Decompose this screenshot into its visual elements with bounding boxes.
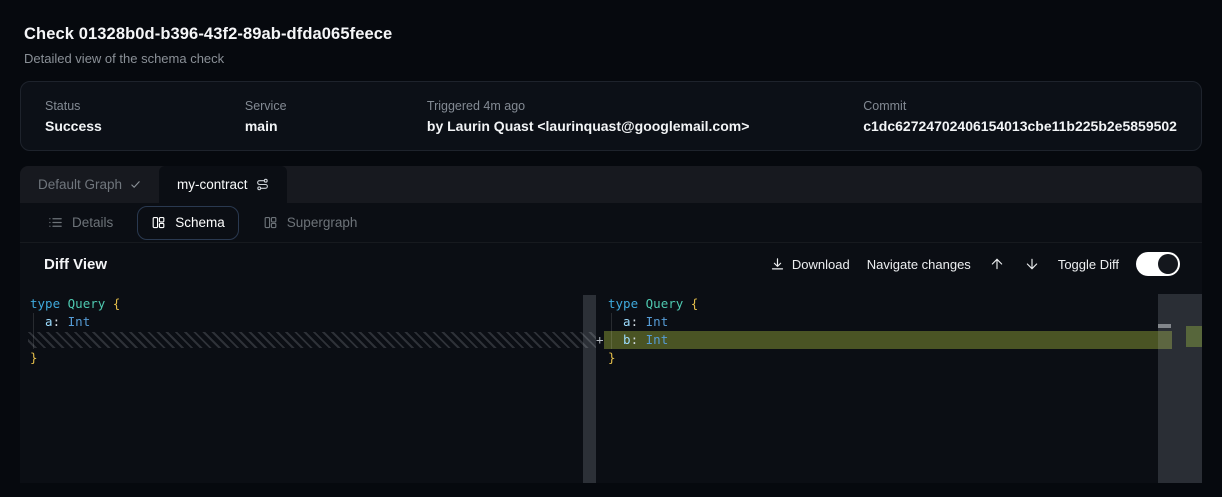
toggle-diff-label: Toggle Diff xyxy=(1058,257,1119,272)
colon-token: : xyxy=(631,314,646,329)
meta-commit-value: c1dc62724702406154013cbe11b225b2e5859502 xyxy=(863,118,1177,134)
meta-triggered-value: by Laurin Quast <laurinquast@googlemail.… xyxy=(427,118,863,134)
meta-commit-label: Commit xyxy=(863,99,1177,113)
tab-supergraph[interactable]: Supergraph xyxy=(249,206,372,240)
brace-token: } xyxy=(608,350,616,365)
page-title: Check 01328b0d-b396-43f2-89ab-dfda065fee… xyxy=(24,25,1198,44)
meta-status-label: Status xyxy=(45,99,245,113)
page-header: Check 01328b0d-b396-43f2-89ab-dfda065fee… xyxy=(0,0,1222,66)
minimap-added-marker xyxy=(1186,326,1202,347)
list-icon xyxy=(48,215,63,230)
view-tab-bar: Details Schema Supergraph xyxy=(20,203,1202,243)
code-line: a: Int xyxy=(608,313,1202,331)
code-line: type Query { xyxy=(30,295,596,313)
tab-details-label: Details xyxy=(72,215,113,230)
meta-triggered-label: Triggered 4m ago xyxy=(427,99,863,113)
meta-status-value: Success xyxy=(45,118,245,134)
navigate-previous-button[interactable] xyxy=(988,256,1006,272)
brace-token: { xyxy=(113,296,121,311)
page-subtitle: Detailed view of the schema check xyxy=(24,51,1198,66)
meta-status: Status Success xyxy=(45,99,245,134)
tab-my-contract[interactable]: my-contract xyxy=(159,166,287,203)
original-code: type Query { a: Int } xyxy=(20,285,596,367)
tab-my-contract-label: my-contract xyxy=(177,177,248,192)
check-meta-card: Status Success Service main Triggered 4m… xyxy=(20,81,1202,151)
diff-view-title: Diff View xyxy=(44,256,107,273)
meta-triggered: Triggered 4m ago by Laurin Quast <laurin… xyxy=(427,99,863,134)
diff-toolbar: Diff View Download Navigate changes xyxy=(20,243,1202,285)
diff-editor: type Query { a: Int } + type Query { a: … xyxy=(20,285,1202,483)
tab-details[interactable]: Details xyxy=(34,206,127,240)
meta-service-label: Service xyxy=(245,99,427,113)
tab-schema-label: Schema xyxy=(175,215,225,230)
toggle-diff-switch[interactable] xyxy=(1136,252,1180,276)
scrollbar-thumb-tick xyxy=(1158,324,1171,328)
download-label: Download xyxy=(792,257,850,272)
colon-token: : xyxy=(53,314,68,329)
code-line: type Query { xyxy=(608,295,1202,313)
download-icon xyxy=(770,257,785,272)
meta-commit: Commit c1dc62724702406154013cbe11b225b2e… xyxy=(863,99,1177,134)
keyword-token: type xyxy=(30,296,68,311)
contract-panel-body: Details Schema Supergraph Diff View xyxy=(20,203,1202,483)
meta-service-value: main xyxy=(245,118,427,134)
type-token: Query xyxy=(68,296,113,311)
arrow-down-icon xyxy=(1024,256,1040,272)
route-icon xyxy=(256,178,269,191)
added-line-marker: + xyxy=(596,331,604,349)
meta-service: Service main xyxy=(245,99,427,134)
toggle-knob xyxy=(1158,254,1178,274)
added-code-line: b: Int xyxy=(608,331,1202,349)
tab-schema[interactable]: Schema xyxy=(137,206,239,240)
navigate-next-button[interactable] xyxy=(1023,256,1041,272)
check-icon xyxy=(130,179,141,190)
colon-token: : xyxy=(631,332,646,347)
brace-token: { xyxy=(691,296,699,311)
download-button[interactable]: Download xyxy=(770,257,850,272)
split-columns-icon xyxy=(151,215,166,230)
scalar-token: Int xyxy=(646,314,669,329)
right-scrollbar[interactable] xyxy=(1158,294,1202,483)
diff-placeholder-hatch xyxy=(28,332,596,348)
tab-default-graph[interactable]: Default Graph xyxy=(20,166,159,203)
split-columns-icon xyxy=(263,215,278,230)
changed-code: type Query { a: Int b: Int } xyxy=(604,285,1202,367)
indent-guide xyxy=(611,313,612,349)
code-line: } xyxy=(30,349,596,367)
diff-pane-changed: type Query { a: Int b: Int } xyxy=(604,285,1202,483)
contract-panel: Default Graph my-contract Details xyxy=(20,166,1202,483)
diff-pane-original: type Query { a: Int } xyxy=(20,285,596,483)
graph-tab-bar: Default Graph my-contract xyxy=(20,166,1202,203)
brace-token: } xyxy=(30,350,38,365)
tab-default-graph-label: Default Graph xyxy=(38,177,122,192)
type-token: Query xyxy=(646,296,691,311)
scalar-token: Int xyxy=(646,332,669,347)
diff-actions: Download Navigate changes Toggle Diff xyxy=(770,252,1180,276)
code-line: a: Int xyxy=(30,313,596,331)
tab-supergraph-label: Supergraph xyxy=(287,215,358,230)
navigate-changes-label: Navigate changes xyxy=(867,257,971,272)
code-line: } xyxy=(608,349,1202,367)
arrow-up-icon xyxy=(989,256,1005,272)
keyword-token: type xyxy=(608,296,646,311)
scalar-token: Int xyxy=(68,314,91,329)
